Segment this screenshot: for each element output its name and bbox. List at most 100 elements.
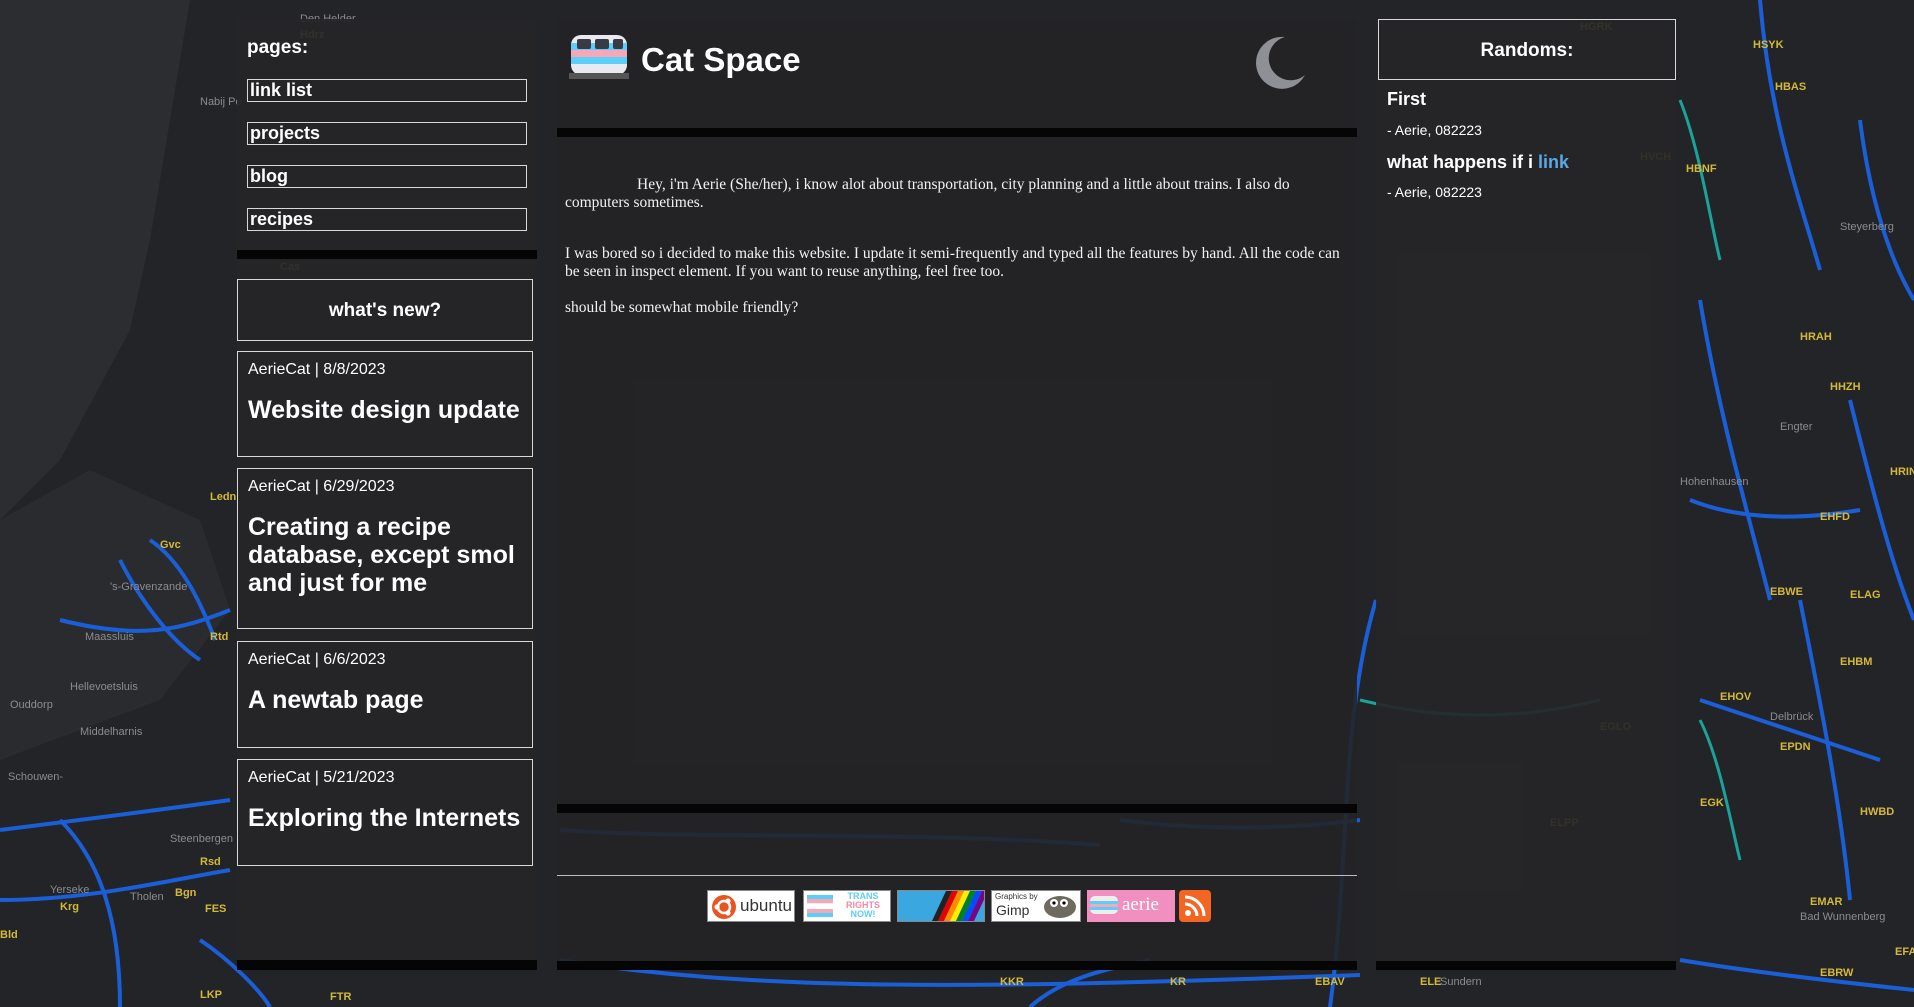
post-title[interactable]: Exploring the Internets: [248, 804, 528, 832]
svg-text:HWBD: HWBD: [1860, 806, 1894, 818]
rainbow-flag-icon: [898, 891, 984, 921]
svg-text:HRIN: HRIN: [1890, 466, 1914, 478]
whats-new-heading: what's new?: [237, 279, 533, 341]
footer-rule: [557, 875, 1357, 876]
svg-text:LKP: LKP: [200, 989, 222, 1001]
svg-text:'s-Gravenzande: 's-Gravenzande: [110, 581, 187, 593]
randoms-heading: Randoms:: [1378, 19, 1676, 80]
svg-text:Tholen: Tholen: [130, 891, 164, 903]
train-icon: [1090, 896, 1118, 914]
moon-icon[interactable]: [1247, 31, 1309, 93]
rss-icon: [1184, 895, 1206, 917]
svg-text:Schouwen-: Schouwen-: [8, 771, 63, 783]
svg-text:EFAR: EFAR: [1895, 946, 1914, 958]
news-post[interactable]: AerieCat | 6/6/2023 A newtab page: [237, 641, 533, 748]
post-title[interactable]: A newtab page: [248, 686, 528, 714]
random-attribution: - Aerie, 082223: [1387, 184, 1482, 200]
divider: [1376, 961, 1676, 970]
svg-text:HBAS: HBAS: [1775, 81, 1806, 93]
trans-label-3: NOW!: [850, 909, 876, 919]
gimp-badge[interactable]: Graphics by Gimp: [991, 890, 1081, 922]
svg-text:FES: FES: [205, 903, 226, 915]
svg-text:HRAH: HRAH: [1800, 331, 1832, 343]
nav-projects[interactable]: projects: [247, 122, 527, 145]
left-sidebar: pages: link list projects blog recipes w…: [237, 19, 537, 959]
ubuntu-icon: [712, 895, 736, 919]
svg-text:Maassluis: Maassluis: [85, 631, 134, 643]
gimp-label: Gimp: [996, 902, 1030, 918]
rss-badge[interactable]: [1179, 890, 1211, 922]
post-meta: AerieCat | 6/6/2023: [248, 651, 386, 668]
svg-text:EHFD: EHFD: [1820, 511, 1850, 523]
randoms-sidebar: Randoms: First - Aerie, 082223 what happ…: [1376, 19, 1676, 964]
svg-text:ELE: ELE: [1420, 976, 1441, 988]
svg-text:Bgn: Bgn: [175, 887, 197, 899]
trans-flag-icon: [807, 895, 833, 917]
news-post[interactable]: AerieCat | 8/8/2023 Website design updat…: [237, 351, 533, 457]
nav-link-list[interactable]: link list: [247, 79, 527, 102]
svg-text:EGK: EGK: [1700, 797, 1724, 809]
random-title-text: what happens if i: [1387, 152, 1539, 172]
svg-text:KKR: KKR: [1000, 976, 1024, 988]
svg-text:HSYK: HSYK: [1753, 39, 1784, 51]
post-meta: AerieCat | 6/29/2023: [248, 478, 395, 495]
aerie-badge[interactable]: aerie: [1087, 890, 1175, 922]
divider: [557, 961, 1357, 970]
intro-paragraph: Hey, i'm Aerie (She/her), i know alot ab…: [565, 176, 1290, 211]
svg-text:Rtd: Rtd: [210, 631, 228, 643]
random-title: what happens if i link: [1387, 152, 1569, 173]
about-paragraph: I was bored so i decided to make this we…: [565, 245, 1340, 280]
train-logo-icon: [569, 35, 629, 79]
svg-text:Hellevoetsluis: Hellevoetsluis: [70, 681, 138, 693]
post-title[interactable]: Creating a recipe database, except smol …: [248, 513, 528, 597]
svg-text:KR: KR: [1170, 976, 1186, 988]
svg-text:EHBM: EHBM: [1840, 656, 1872, 668]
post-meta: AerieCat | 8/8/2023: [248, 361, 386, 378]
svg-text:HHZH: HHZH: [1830, 381, 1861, 393]
nav-blog[interactable]: blog: [247, 165, 527, 188]
gimp-mascot-icon: [1044, 896, 1076, 918]
svg-text:Sundern: Sundern: [1440, 976, 1482, 988]
svg-text:EHOV: EHOV: [1720, 691, 1752, 703]
svg-text:HBNF: HBNF: [1686, 163, 1717, 175]
svg-text:FTR: FTR: [330, 991, 351, 1003]
gimp-label-small: Graphics by: [995, 892, 1038, 901]
svg-text:Steenbergen: Steenbergen: [170, 833, 233, 845]
svg-text:Steyerberg: Steyerberg: [1840, 221, 1894, 233]
random-title: First: [1387, 89, 1427, 109]
divider: [237, 250, 537, 259]
nav-recipes[interactable]: recipes: [247, 208, 527, 231]
svg-text:EPDN: EPDN: [1780, 741, 1811, 753]
trans-rights-badge[interactable]: TRANS RIGHTS NOW!: [803, 890, 891, 922]
svg-text:Gvc: Gvc: [160, 539, 181, 551]
svg-text:EMAR: EMAR: [1810, 896, 1842, 908]
svg-text:ELAG: ELAG: [1850, 589, 1881, 601]
svg-text:Delbrück: Delbrück: [1770, 711, 1814, 723]
svg-text:Bad Wunnenberg: Bad Wunnenberg: [1800, 911, 1885, 923]
pride-badge[interactable]: [897, 890, 985, 922]
svg-text:Ouddorp: Ouddorp: [10, 699, 53, 711]
divider: [557, 128, 1357, 137]
svg-text:Hohenhausen: Hohenhausen: [1680, 476, 1749, 488]
mobile-paragraph: should be somewhat mobile friendly?: [565, 299, 799, 316]
svg-text:Krg: Krg: [60, 901, 79, 913]
svg-text:Bld: Bld: [0, 929, 18, 941]
ubuntu-badge[interactable]: ubuntu: [707, 890, 795, 922]
post-title[interactable]: Website design update: [248, 396, 528, 424]
ubuntu-label: ubuntu: [740, 896, 792, 915]
news-post[interactable]: AerieCat | 6/29/2023 Creating a recipe d…: [237, 468, 533, 629]
aerie-label: aerie: [1122, 894, 1159, 915]
svg-text:EBWE: EBWE: [1770, 586, 1803, 598]
divider: [237, 960, 537, 970]
svg-text:Rsd: Rsd: [200, 856, 221, 868]
random-attribution: - Aerie, 082223: [1387, 122, 1482, 138]
svg-text:Middelharnis: Middelharnis: [80, 726, 143, 738]
svg-text:EBAV: EBAV: [1315, 976, 1345, 988]
site-title: Cat Space: [641, 41, 801, 78]
random-link[interactable]: link: [1538, 152, 1569, 172]
svg-text:Engter: Engter: [1780, 421, 1813, 433]
post-meta: AerieCat | 5/21/2023: [248, 769, 395, 786]
svg-text:Ledn: Ledn: [210, 491, 237, 503]
svg-text:Yerseke: Yerseke: [50, 884, 89, 896]
news-post[interactable]: AerieCat | 5/21/2023 Exploring the Inter…: [237, 759, 533, 866]
